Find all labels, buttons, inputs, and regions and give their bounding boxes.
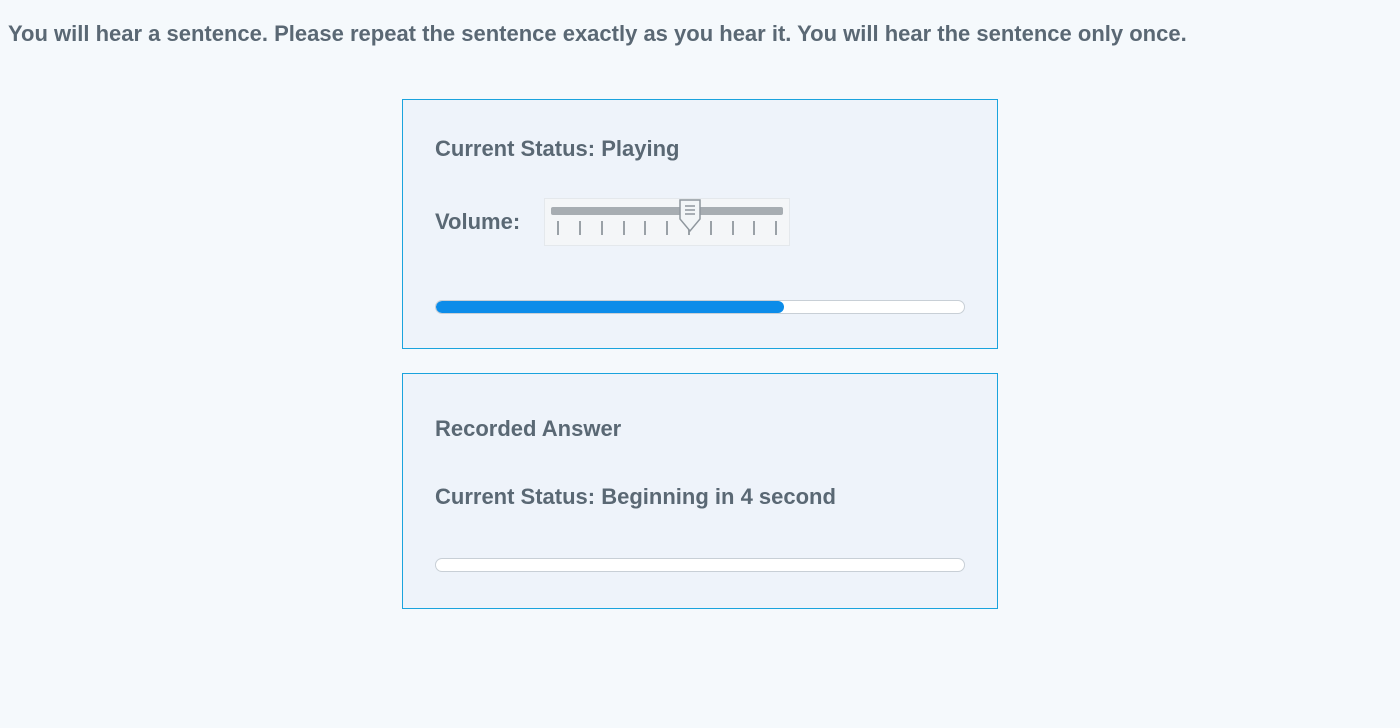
recording-status: Current Status: Beginning in 4 second	[435, 484, 965, 510]
recording-panel: Recorded Answer Current Status: Beginnin…	[402, 373, 998, 609]
playback-progress-fill	[436, 301, 784, 313]
recording-progress[interactable]	[435, 558, 965, 572]
volume-label: Volume:	[435, 209, 520, 235]
playback-panel: Current Status: Playing Volume:	[402, 99, 998, 349]
playback-status-value: Playing	[601, 136, 679, 161]
playback-status: Current Status: Playing	[435, 136, 965, 162]
recording-status-label: Current Status:	[435, 484, 601, 509]
instructions-text: You will hear a sentence. Please repeat …	[8, 20, 1392, 49]
recording-title: Recorded Answer	[435, 416, 965, 442]
volume-slider-ticks	[557, 221, 777, 235]
playback-status-label: Current Status:	[435, 136, 601, 161]
playback-progress[interactable]	[435, 300, 965, 314]
recording-status-value: Beginning in 4 second	[601, 484, 836, 509]
volume-slider-track	[551, 207, 783, 215]
volume-row: Volume:	[435, 198, 965, 246]
volume-slider[interactable]	[544, 198, 790, 246]
panels-container: Current Status: Playing Volume:	[8, 99, 1392, 609]
